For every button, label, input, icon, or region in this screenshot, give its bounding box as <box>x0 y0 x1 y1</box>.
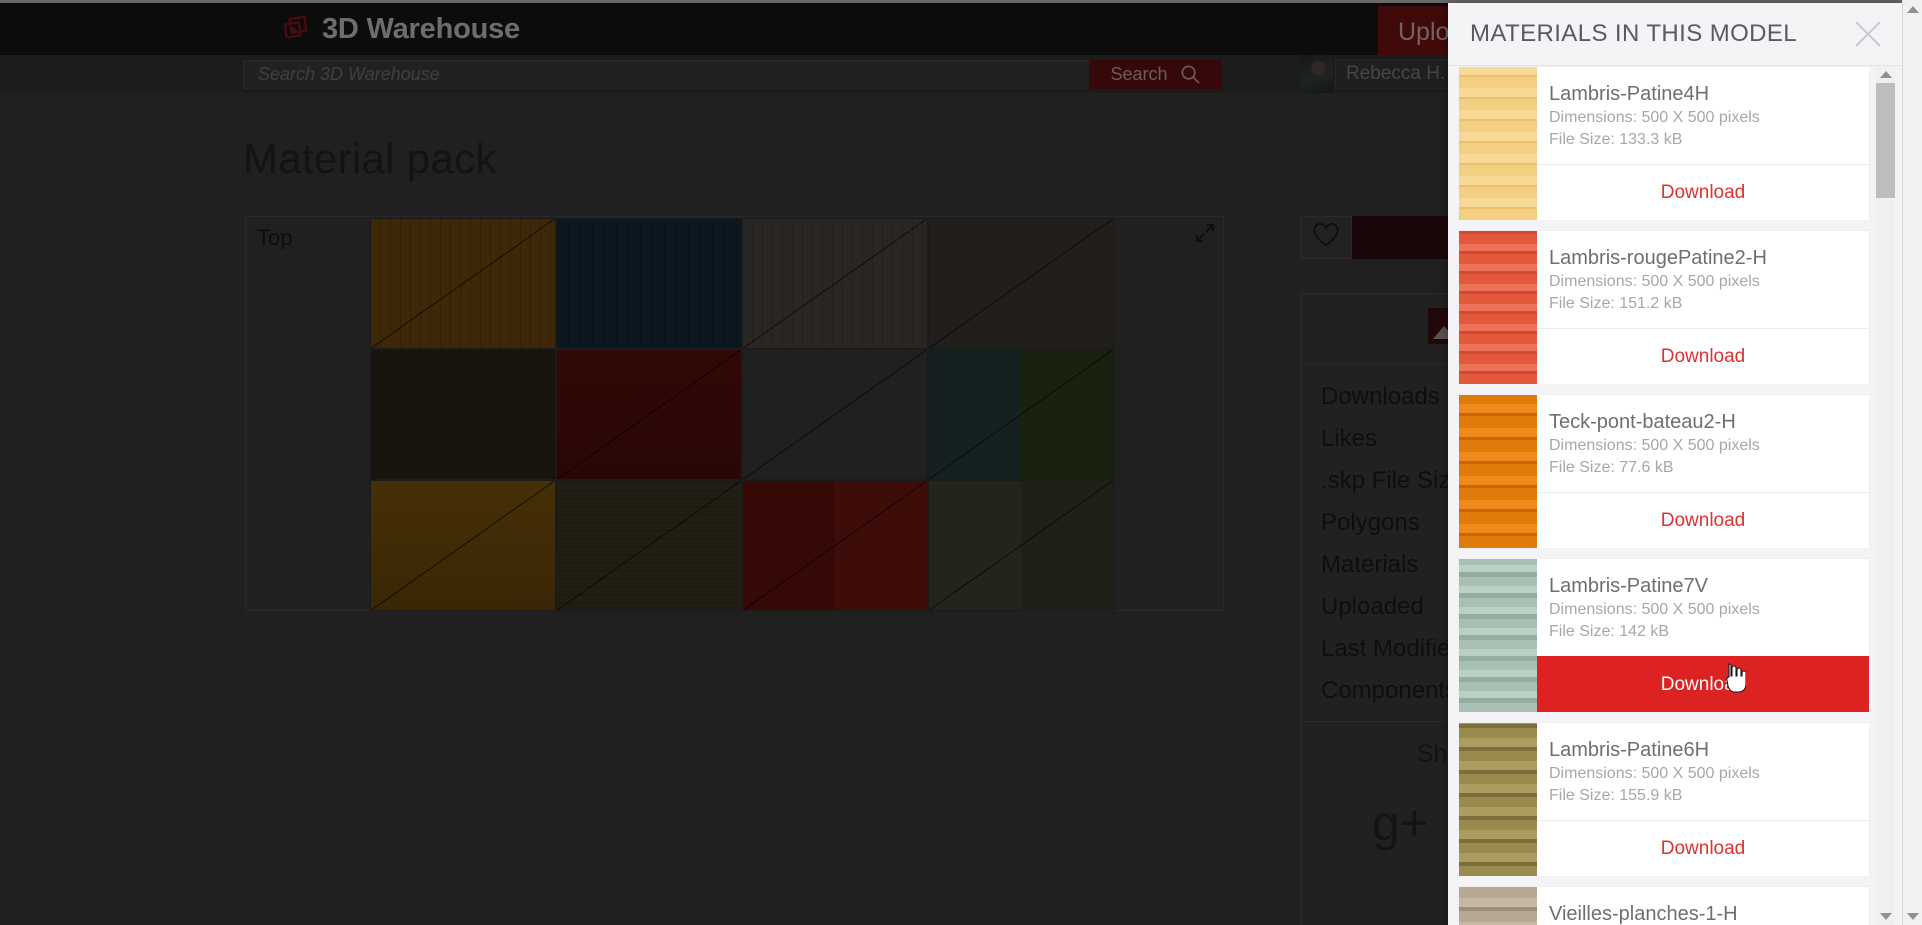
warehouse-logo-icon <box>281 15 311 45</box>
scroll-up-icon[interactable] <box>1903 0 1922 18</box>
chevron-up-icon[interactable] <box>1876 66 1895 83</box>
material-name: Vieilles-planches-1-H <box>1549 903 1738 925</box>
model-viewport[interactable]: Top <box>245 216 1224 611</box>
swatch-cell <box>742 349 928 480</box>
material-file-size: File Size: 77.6 kB <box>1549 459 1674 476</box>
material-swatch <box>1459 395 1537 548</box>
user-name: Rebecca H. <box>1335 59 1457 89</box>
brand[interactable]: 3D Warehouse <box>281 13 520 46</box>
material-file-size: File Size: 133.3 kB <box>1549 131 1683 148</box>
swatch-cell <box>928 218 1114 349</box>
user-chip[interactable]: Rebecca H. <box>1300 55 1457 93</box>
material-download-button[interactable]: Download <box>1537 820 1869 876</box>
materials-modal: MATERIALS IN THIS MODEL Lambris-Patine4H… <box>1448 3 1903 925</box>
swatch-cell <box>928 480 1114 611</box>
search-input[interactable]: Search 3D Warehouse <box>243 60 1094 89</box>
modal-header: MATERIALS IN THIS MODEL <box>1448 3 1903 66</box>
material-item[interactable]: Teck-pont-bateau2-H Dimensions: 500 X 50… <box>1458 394 1870 549</box>
material-dimensions: Dimensions: 500 X 500 pixels <box>1549 109 1760 126</box>
viewport-orientation-label: Top <box>257 225 293 250</box>
material-download-button[interactable]: Download <box>1537 492 1869 548</box>
swatch-cell <box>556 480 742 611</box>
brand-label: 3D Warehouse <box>322 13 520 45</box>
material-item[interactable]: Lambris-rougePatine2-H Dimensions: 500 X… <box>1458 230 1870 385</box>
chevron-down-icon[interactable] <box>1876 908 1895 925</box>
swatch-cell <box>556 218 742 349</box>
heart-icon <box>1312 222 1340 253</box>
material-download-button[interactable]: Download <box>1537 656 1869 712</box>
material-swatch <box>1459 723 1537 876</box>
material-swatch <box>1459 67 1537 220</box>
swatch-cell <box>556 349 742 480</box>
material-download-button[interactable]: Download <box>1537 328 1869 384</box>
search-button[interactable]: Search <box>1089 60 1222 89</box>
material-dimensions: Dimensions: 500 X 500 pixels <box>1549 601 1760 618</box>
material-name: Lambris-Patine4H <box>1549 83 1710 105</box>
left-gutter <box>0 93 243 925</box>
search-icon <box>1180 64 1201 85</box>
screen: 3D Warehouse Upload Search 3D Warehouse … <box>0 0 1922 925</box>
material-item[interactable]: Lambris-Patine4H Dimensions: 500 X 500 p… <box>1458 66 1870 221</box>
modal-title: MATERIALS IN THIS MODEL <box>1470 20 1798 47</box>
material-dimensions: Dimensions: 500 X 500 pixels <box>1549 273 1760 290</box>
material-download-button[interactable]: Download <box>1537 164 1869 220</box>
modal-scrollbar[interactable] <box>1876 66 1895 925</box>
materials-list: Lambris-Patine4H Dimensions: 500 X 500 p… <box>1458 66 1870 925</box>
expand-icon[interactable] <box>1195 223 1215 243</box>
material-dimensions: Dimensions: 500 X 500 pixels <box>1549 437 1760 454</box>
material-name: Lambris-rougePatine2-H <box>1549 247 1767 269</box>
material-swatch <box>1459 559 1537 712</box>
page-scrollbar[interactable] <box>1902 0 1922 925</box>
google-plus-icon[interactable]: g+ <box>1372 798 1429 848</box>
scroll-down-icon[interactable] <box>1903 907 1922 925</box>
material-swatch <box>1459 231 1537 384</box>
material-name: Teck-pont-bateau2-H <box>1549 411 1736 433</box>
swatch-cell <box>742 218 928 349</box>
material-item[interactable]: Lambris-Patine7V Dimensions: 500 X 500 p… <box>1458 558 1870 713</box>
swatch-cell <box>370 349 556 480</box>
material-swatch <box>1459 887 1537 925</box>
modal-scrollbar-thumb[interactable] <box>1876 83 1895 198</box>
avatar <box>1300 55 1333 93</box>
material-file-size: File Size: 142 kB <box>1549 623 1670 640</box>
material-dimensions: Dimensions: 500 X 500 pixels <box>1549 765 1760 782</box>
page-title: Material pack <box>243 135 497 182</box>
material-file-size: File Size: 151.2 kB <box>1549 295 1683 312</box>
swatch-cell <box>928 349 1114 480</box>
swatch-cell <box>742 480 928 611</box>
material-item[interactable]: Lambris-Patine6H Dimensions: 500 X 500 p… <box>1458 722 1870 877</box>
swatch-cell <box>370 218 556 349</box>
search-button-label: Search <box>1110 64 1168 84</box>
material-swatch-grid <box>370 218 1115 611</box>
close-icon[interactable] <box>1851 17 1885 51</box>
material-name: Lambris-Patine7V <box>1549 575 1708 597</box>
material-item[interactable]: Vieilles-planches-1-H Dimensions: 600 X … <box>1458 886 1870 925</box>
favorite-button[interactable] <box>1300 216 1352 259</box>
material-name: Lambris-Patine6H <box>1549 739 1710 761</box>
swatch-cell <box>370 480 556 611</box>
material-file-size: File Size: 155.9 kB <box>1549 787 1683 804</box>
materials-list-container[interactable]: Lambris-Patine4H Dimensions: 500 X 500 p… <box>1448 66 1903 925</box>
